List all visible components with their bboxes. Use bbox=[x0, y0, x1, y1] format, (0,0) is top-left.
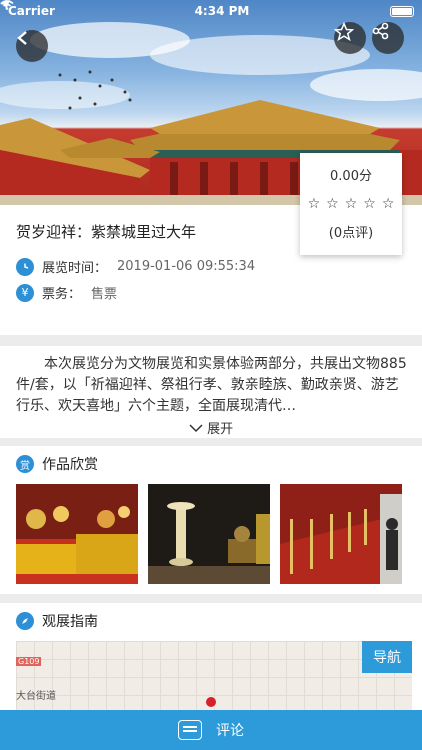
guide-title: 观展指南 bbox=[42, 614, 98, 630]
expand-button[interactable]: 展开 bbox=[0, 418, 422, 437]
star-icon[interactable]: ☆ bbox=[308, 196, 321, 212]
exhibition-time-row: 展览时间： 2019-01-06 09:55:34 bbox=[16, 257, 255, 276]
ticket-label: 票务： bbox=[42, 287, 82, 302]
expand-label: 展开 bbox=[207, 422, 234, 437]
battery-icon bbox=[390, 5, 414, 17]
rating-count: (0点评) bbox=[328, 226, 374, 241]
appreciate-icon: 赏 bbox=[16, 455, 34, 473]
description-section: 本次展览分为文物展览和实景体验两部分，共展出文物885件/套，以「祈福迎祥、祭祖… bbox=[0, 346, 422, 438]
clock: 4:34 PM bbox=[194, 4, 250, 18]
description-text: 本次展览分为文物展览和实景体验两部分，共展出文物885件/套，以「祈福迎祥、祭祖… bbox=[16, 356, 407, 414]
time-value: 2019-01-06 09:55:34 bbox=[117, 259, 256, 274]
star-icon[interactable]: ☆ bbox=[326, 196, 339, 212]
work-thumbnail[interactable] bbox=[280, 484, 402, 584]
carrier-label: Carrier bbox=[8, 4, 55, 18]
star-icon[interactable]: ☆ bbox=[363, 196, 376, 212]
road-tag: G109 bbox=[16, 657, 42, 666]
status-bar: Carrier 4:34 PM bbox=[0, 0, 422, 22]
yen-icon: ¥ bbox=[16, 283, 34, 302]
work-thumbnail[interactable] bbox=[148, 484, 270, 584]
star-icon[interactable]: ☆ bbox=[345, 196, 358, 212]
work-thumbnail[interactable] bbox=[16, 484, 138, 584]
works-title: 作品欣赏 bbox=[42, 457, 98, 473]
chevron-left-icon bbox=[17, 31, 27, 45]
comment-label: 评论 bbox=[216, 723, 244, 739]
rating-stars[interactable]: ☆ ☆ ☆ ☆ ☆ bbox=[300, 196, 402, 212]
compass-icon bbox=[16, 612, 34, 630]
exhibition-title: 贺岁迎祥：紫禁城里过大年 bbox=[16, 223, 197, 241]
rating-score: 0.00分 bbox=[330, 169, 372, 184]
map-pin-icon[interactable] bbox=[206, 697, 216, 707]
comment-icon bbox=[178, 720, 202, 740]
share-icon bbox=[372, 22, 389, 40]
comment-bar[interactable]: 评论 bbox=[0, 710, 422, 750]
works-section: 赏 作品欣赏 bbox=[0, 446, 422, 594]
navigation-button[interactable]: 导航 bbox=[362, 641, 412, 673]
rating-card[interactable]: 0.00分 ☆ ☆ ☆ ☆ ☆ (0点评) bbox=[300, 153, 402, 255]
chevron-down-icon bbox=[189, 422, 207, 437]
clock-icon bbox=[16, 257, 34, 276]
time-label: 展览时间： bbox=[42, 261, 108, 276]
back-button[interactable] bbox=[16, 30, 48, 62]
ticket-row: ¥ 票务： 售票 bbox=[16, 283, 117, 302]
street-label: 大台街道 bbox=[16, 691, 56, 702]
works-header: 赏 作品欣赏 bbox=[16, 454, 98, 474]
guide-header: 观展指南 bbox=[16, 611, 98, 631]
favorite-button[interactable] bbox=[334, 22, 366, 54]
ticket-value: 售票 bbox=[91, 287, 118, 302]
star-outline-icon bbox=[334, 22, 354, 42]
star-icon[interactable]: ☆ bbox=[382, 196, 395, 212]
share-button[interactable] bbox=[372, 22, 404, 54]
